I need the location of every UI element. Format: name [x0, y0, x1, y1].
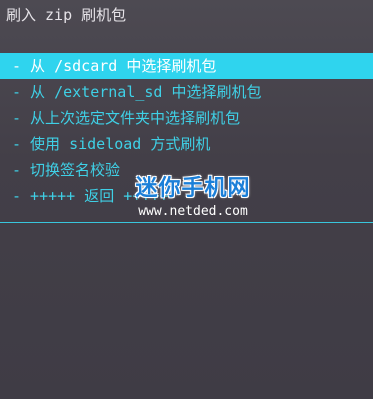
- recovery-screen: 刷入 zip 刷机包 - 从 /sdcard 中选择刷机包 - 从 /exter…: [0, 0, 373, 399]
- menu-item-toggle-signature[interactable]: - 切换签名校验: [0, 157, 373, 183]
- page-title: 刷入 zip 刷机包: [6, 6, 127, 24]
- menu-item-go-back[interactable]: - +++++ 返回 +++++: [0, 183, 373, 209]
- menu-item-sideload[interactable]: - 使用 sideload 方式刷机: [0, 131, 373, 157]
- menu-item-sdcard[interactable]: - 从 /sdcard 中选择刷机包: [0, 53, 373, 79]
- menu-divider: [0, 222, 373, 223]
- menu-item-last-folder[interactable]: - 从上次选定文件夹中选择刷机包: [0, 105, 373, 131]
- menu-item-external-sd[interactable]: - 从 /external_sd 中选择刷机包: [0, 79, 373, 105]
- recovery-menu: - 从 /sdcard 中选择刷机包 - 从 /external_sd 中选择刷…: [0, 53, 373, 209]
